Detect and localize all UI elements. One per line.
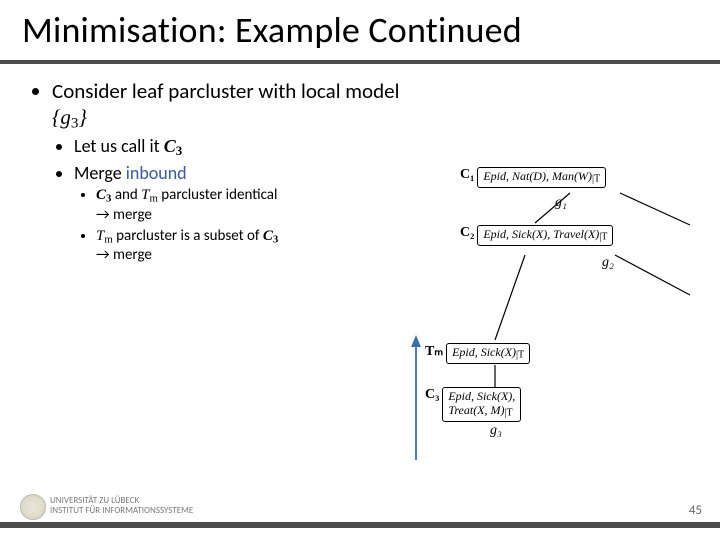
text: Epid, Sick(X), (448, 389, 515, 403)
c3-sym: C (164, 136, 176, 156)
bullet-item: Merge inbound C3 and Tm parcluster ident… (74, 162, 410, 266)
node-label-tm: Tₘ (425, 343, 443, 360)
text: Epid, Sick(X), Travel(X) (483, 227, 599, 241)
pipe-t: |T (592, 174, 600, 185)
text: Treat(X, M) (448, 403, 504, 417)
pipe-t: |T (599, 232, 607, 243)
slide: Minimisation: Example Continued Consider… (0, 0, 720, 540)
edge-c2-tm (495, 255, 525, 340)
bullet-list-3: C3 and Tm parcluster identical → merge T… (74, 186, 410, 265)
footer-line2: INSTITUT FÜR INFORMATIONSSYSTEME (50, 506, 193, 516)
text: Merge (74, 162, 126, 184)
title-rule (0, 60, 720, 64)
arrow-text: → merge (96, 246, 152, 264)
footer-seal-icon (20, 494, 46, 520)
sym: C (263, 228, 273, 244)
edge-c1-right (620, 193, 690, 225)
model-set: {g3} (52, 105, 87, 129)
node-label-c3: C₃ (425, 387, 439, 403)
content-area: Consider leaf parcluster with local mode… (30, 78, 410, 267)
g: g (60, 105, 71, 129)
sub: 3 (273, 233, 278, 245)
node-c1: C₁ Epid, Nat(D), Man(W)|T (460, 167, 606, 188)
bullet-list-1: Consider leaf parcluster with local mode… (30, 78, 410, 265)
text: parcluster identical (158, 186, 278, 204)
footer-affiliation: UNIVERSITÄT ZU LÜBECK INSTITUT FÜR INFOR… (50, 496, 193, 516)
g2-label: g₂ (602, 255, 614, 271)
bullet-item: Tm parcluster is a subset of C3 → merge (96, 227, 410, 266)
node-box-tm: Epid, Sick(X)|T (446, 343, 530, 364)
sub: m (104, 233, 112, 245)
edge-c2-right (615, 255, 690, 295)
arrow-text: → merge (96, 206, 152, 224)
text: parcluster is a subset of (113, 227, 263, 245)
text: Epid, Nat(D), Man(W) (483, 169, 592, 183)
node-tm: Tₘ Epid, Sick(X)|T (425, 343, 530, 364)
diagram: C₁ Epid, Nat(D), Man(W)|T g₁ C₂ Epid, Si… (390, 165, 690, 465)
page-number: 45 (689, 503, 702, 518)
g3-label: g₃ (490, 423, 502, 439)
node-c3: C₃ Epid, Sick(X), Treat(X, M)|T (425, 387, 521, 422)
sym: T (141, 187, 149, 203)
bullet-item: C3 and Tm parcluster identical → merge (96, 186, 410, 225)
node-label-c2: C₂ (460, 225, 474, 241)
node-c2: C₂ Epid, Sick(X), Travel(X)|T (460, 225, 613, 246)
pipe-t: |T (505, 407, 513, 418)
text: Let us call it (74, 135, 164, 157)
text: and (111, 186, 141, 204)
c3-sub: 3 (176, 143, 182, 158)
sub: m (150, 192, 158, 204)
text: Consider leaf parcluster with local mode… (52, 78, 399, 104)
node-box-c1: Epid, Nat(D), Man(W)|T (477, 167, 606, 188)
text: Epid, Sick(X) (452, 345, 516, 359)
bullet-item: Let us call it C3 (74, 135, 410, 159)
node-box-c2: Epid, Sick(X), Travel(X)|T (477, 225, 613, 246)
node-box-c3: Epid, Sick(X), Treat(X, M)|T (442, 387, 521, 422)
brace: } (78, 105, 86, 129)
g1-label: g₁ (555, 195, 567, 211)
node-label-c1: C₁ (460, 167, 474, 183)
pipe-t: |T (516, 350, 524, 361)
bullet-item: Consider leaf parcluster with local mode… (52, 78, 410, 265)
inbound-text: inbound (126, 162, 187, 184)
page-title: Minimisation: Example Continued (22, 8, 522, 52)
inbound-arrow-head (411, 335, 421, 347)
footer-rule (0, 522, 720, 528)
bullet-list-2: Let us call it C3 Merge inbound C3 and T… (52, 135, 410, 265)
sym: C (96, 187, 106, 203)
